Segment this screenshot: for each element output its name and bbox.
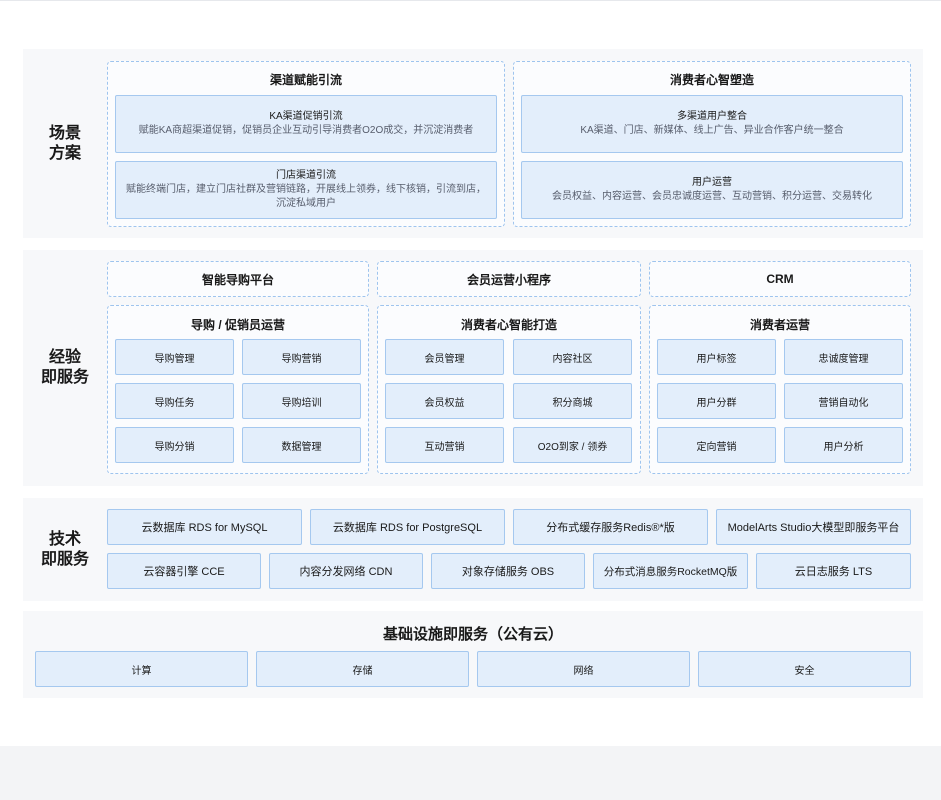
cell-user-tags[interactable]: 用户标签 [657, 339, 776, 375]
cell-points-mall[interactable]: 积分商城 [513, 383, 632, 419]
footer-band [0, 746, 941, 800]
cell-user-segments[interactable]: 用户分群 [657, 383, 776, 419]
card-title: KA渠道促销引流 [269, 111, 343, 122]
experience-layer: 经验 即服务 智能导购平台 会员运营小程序 CRM 导购 / 促销员运营 导购管… [23, 250, 923, 486]
group-title: 消费者心智能打造 [460, 318, 557, 332]
cell-o2o-coupon[interactable]: O2O到家 / 领券 [513, 427, 632, 463]
experience-layer-label: 经验 即服务 [23, 250, 107, 486]
scenario-group-consumer: 消费者心智塑造 多渠道用户整合 KA渠道、门店、新媒体、线上广告、异业合作客户统… [513, 61, 911, 227]
tech-label-line1: 技术 [48, 530, 81, 548]
cell-member-benefits[interactable]: 会员权益 [385, 383, 504, 419]
infra-storage[interactable]: 存储 [256, 651, 469, 687]
scenario-layer-label: 场景 方案 [23, 49, 107, 238]
cell-content-community[interactable]: 内容社区 [513, 339, 632, 375]
cell-member-management[interactable]: 会员管理 [385, 339, 504, 375]
scenario-label-line2: 方案 [48, 144, 81, 162]
scenario-label-line1: 场景 [48, 124, 81, 142]
tech-layer: 技术 即服务 云数据库 RDS for MySQL 云数据库 RDS for P… [23, 498, 923, 601]
card-ka-channel[interactable]: KA渠道促销引流 赋能KA商超渠道促销，促销员企业互动引导消费者O2O成交，并沉… [115, 95, 497, 153]
service-modelarts[interactable]: ModelArts Studio大模型即服务平台 [716, 509, 911, 545]
card-desc: 赋能终端门店，建立门店社群及营销链路，开展线上领券，线下核销，引流到店，沉淀私域… [126, 184, 486, 209]
group-title: 导购 / 促销员运营 [190, 318, 285, 332]
card-desc: KA渠道、门店、新媒体、线上广告、异业合作客户统一整合 [580, 125, 844, 136]
card-desc: 会员权益、内容运营、会员忠诚度运营、互动营销、积分运营、交易转化 [552, 191, 872, 202]
group-title: 消费者心智塑造 [669, 73, 754, 87]
experience-group-mindshare: 消费者心智能打造 会员管理 内容社区 会员权益 积分商城 互动营销 O2O到家 … [377, 305, 641, 474]
service-lts[interactable]: 云日志服务 LTS [756, 553, 911, 589]
infra-title: 基础设施即服务（公有云） [382, 626, 563, 643]
group-title: 渠道赋能引流 [269, 73, 342, 87]
experience-group-guide: 导购 / 促销员运营 导购管理 导购营销 导购任务 导购培训 导购分销 数据管理 [107, 305, 369, 474]
infra-network[interactable]: 网络 [477, 651, 690, 687]
service-rocketmq[interactable]: 分布式消息服务RocketMQ版 [593, 553, 748, 589]
platform-crm[interactable]: CRM [649, 261, 911, 297]
service-cdn[interactable]: 内容分发网络 CDN [269, 553, 423, 589]
platform-member-miniapp[interactable]: 会员运营小程序 [377, 261, 641, 297]
card-title: 用户运营 [692, 177, 732, 188]
cell-guide-distribution[interactable]: 导购分销 [115, 427, 234, 463]
cell-user-analytics[interactable]: 用户分析 [784, 427, 903, 463]
experience-group-consumer-ops: 消费者运营 用户标签 忠诚度管理 用户分群 营销自动化 定向营销 用户分析 [649, 305, 911, 474]
card-store-channel[interactable]: 门店渠道引流 赋能终端门店，建立门店社群及营销链路，开展线上领券，线下核销，引流… [115, 161, 497, 219]
infra-compute[interactable]: 计算 [35, 651, 248, 687]
cell-data-management[interactable]: 数据管理 [242, 427, 361, 463]
group-title: 消费者运营 [749, 318, 810, 332]
cell-guide-training[interactable]: 导购培训 [242, 383, 361, 419]
cell-guide-tasks[interactable]: 导购任务 [115, 383, 234, 419]
experience-label-line2: 即服务 [40, 369, 89, 386]
scenario-layer: 场景 方案 渠道赋能引流 KA渠道促销引流 赋能KA商超渠道促销，促销员企业互动… [23, 49, 923, 238]
card-multichannel[interactable]: 多渠道用户整合 KA渠道、门店、新媒体、线上广告、异业合作客户统一整合 [521, 95, 903, 153]
tech-layer-label: 技术 即服务 [23, 498, 107, 601]
cell-guide-management[interactable]: 导购管理 [115, 339, 234, 375]
cell-loyalty-management[interactable]: 忠诚度管理 [784, 339, 903, 375]
card-title: 多渠道用户整合 [677, 111, 747, 122]
service-cce[interactable]: 云容器引擎 CCE [107, 553, 261, 589]
service-obs[interactable]: 对象存储服务 OBS [431, 553, 585, 589]
card-desc: 赋能KA商超渠道促销，促销员企业互动引导消费者O2O成交，并沉淀消费者 [138, 125, 474, 136]
tech-label-line2: 即服务 [40, 550, 89, 568]
architecture-page: 场景 方案 渠道赋能引流 KA渠道促销引流 赋能KA商超渠道促销，促销员企业互动… [0, 0, 941, 800]
scenario-group-channel: 渠道赋能引流 KA渠道促销引流 赋能KA商超渠道促销，促销员企业互动引导消费者O… [107, 61, 505, 227]
cell-marketing-automation[interactable]: 营销自动化 [784, 383, 903, 419]
card-title: 门店渠道引流 [276, 170, 336, 181]
service-rds-postgresql[interactable]: 云数据库 RDS for PostgreSQL [310, 509, 505, 545]
experience-label-line1: 经验 [48, 349, 81, 366]
infra-security[interactable]: 安全 [698, 651, 911, 687]
service-rds-mysql[interactable]: 云数据库 RDS for MySQL [107, 509, 302, 545]
platform-smart-guide[interactable]: 智能导购平台 [107, 261, 369, 297]
top-divider [0, 0, 941, 1]
cell-guide-marketing[interactable]: 导购营销 [242, 339, 361, 375]
cell-targeted-marketing[interactable]: 定向营销 [657, 427, 776, 463]
card-user-ops[interactable]: 用户运营 会员权益、内容运营、会员忠诚度运营、互动营销、积分运营、交易转化 [521, 161, 903, 219]
service-redis[interactable]: 分布式缓存服务Redis®*版 [513, 509, 708, 545]
infra-layer: 基础设施即服务（公有云） 计算 存储 网络 安全 [23, 611, 923, 698]
cell-interactive-marketing[interactable]: 互动营销 [385, 427, 504, 463]
